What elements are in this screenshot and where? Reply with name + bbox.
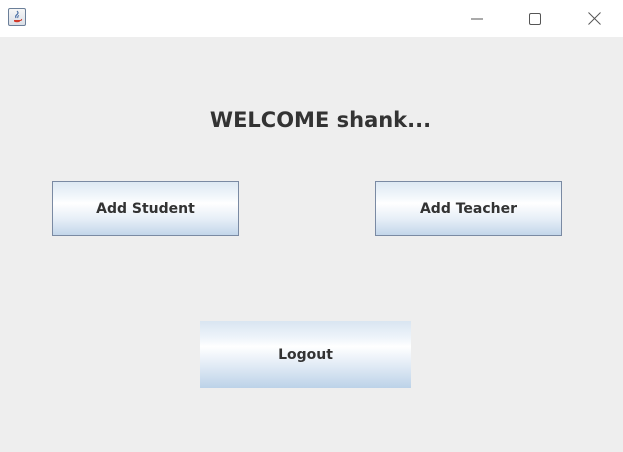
minimize-button[interactable] xyxy=(454,0,500,37)
application-window: WELCOME shank... Add Student Add Teacher… xyxy=(0,0,623,452)
java-app-icon[interactable] xyxy=(8,8,26,26)
add-teacher-button[interactable]: Add Teacher xyxy=(375,181,562,236)
maximize-button[interactable] xyxy=(512,0,558,37)
minimize-icon xyxy=(471,13,483,25)
add-student-button[interactable]: Add Student xyxy=(52,181,239,236)
welcome-label: WELCOME shank... xyxy=(209,108,432,132)
title-bar[interactable] xyxy=(0,0,623,37)
logout-button[interactable]: Logout xyxy=(200,321,411,388)
close-button[interactable] xyxy=(571,0,617,37)
close-icon xyxy=(587,12,601,25)
maximize-icon xyxy=(529,12,541,25)
